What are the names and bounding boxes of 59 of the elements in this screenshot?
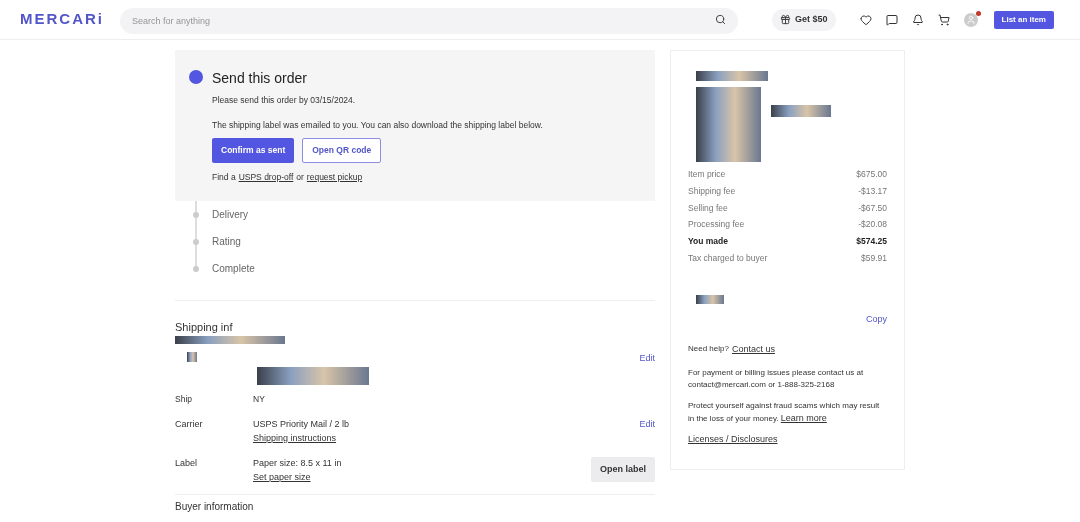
dropoff-link[interactable]: USPS drop-off: [238, 170, 294, 184]
fee-label: Item price: [688, 168, 726, 181]
copy-link[interactable]: Copy: [866, 312, 887, 326]
promo-button[interactable]: Get $50: [772, 8, 836, 31]
help-text: Need help?: [688, 343, 729, 355]
row-label: Carrier: [175, 418, 204, 431]
avatar-icon[interactable]: [963, 12, 978, 27]
row-value: NY: [253, 393, 265, 406]
gift-icon: [780, 14, 791, 25]
fee-label: Tax charged to buyer: [688, 251, 768, 265]
fee-value: $574.25: [856, 235, 887, 248]
open-label-button[interactable]: Open label: [591, 457, 655, 482]
search-field[interactable]: Search for anything: [120, 7, 738, 34]
cart-icon[interactable]: [937, 13, 950, 26]
help-text: Find a: [212, 170, 236, 184]
action-button[interactable]: Open QR code: [302, 137, 382, 163]
edit-link[interactable]: Edit: [639, 351, 655, 366]
pixelated-block: [696, 294, 724, 304]
action-button[interactable]: Confirm as sent: [212, 137, 295, 163]
step-label: Rating: [212, 235, 241, 250]
learn-more-link[interactable]: Learn more: [780, 412, 827, 423]
pixelated-block: [187, 351, 197, 362]
row-link[interactable]: Set paper size: [253, 470, 311, 484]
logo[interactable]: MERCARi: [20, 8, 104, 31]
fee-label: You made: [688, 235, 728, 248]
row-label: Label: [175, 457, 199, 470]
row-value: Paper size: 8.5 x 11 in: [253, 457, 343, 470]
step-title: Send this order: [212, 69, 308, 88]
step-label: Delivery: [212, 208, 249, 223]
message-icon[interactable]: [885, 13, 898, 26]
list-item-button[interactable]: List an item: [993, 10, 1054, 29]
fee-label: Selling fee: [688, 201, 728, 215]
billing-text: For payment or billing issues please contact us at contact@mercari.com or 1-888-325-2168: [688, 366, 865, 391]
fee-label: Processing fee: [688, 218, 745, 231]
pickup-link[interactable]: request pickup: [306, 170, 363, 184]
pixelated-block: [771, 105, 831, 117]
step-text: Please send this order by 03/15/2024.: [212, 94, 357, 107]
fee-value: $59.91: [861, 251, 887, 265]
fee-value: $675.00: [856, 168, 887, 181]
contact-link[interactable]: Contact us: [731, 343, 775, 357]
row-link[interactable]: Shipping instructions: [253, 431, 337, 445]
licenses-link[interactable]: Licenses / Disclosures: [688, 432, 887, 446]
help-text: or: [296, 170, 304, 184]
edit-link[interactable]: Edit: [639, 418, 655, 432]
pixelated-block: [696, 71, 768, 81]
bell-icon[interactable]: [911, 13, 924, 26]
fee-value: -$20.08: [858, 218, 887, 231]
row-value: USPS Priority Mail / 2 lb: [253, 418, 351, 431]
step-label: Complete: [212, 262, 255, 277]
step-text: The shipping label was emailed to you. You can also download the shipping label below.: [212, 118, 544, 132]
heart-icon[interactable]: [859, 13, 872, 26]
section-title: Buyer information: [175, 500, 255, 514]
fraud-text: Protect yourself against fraud scams which may result in the loss of your money. Learn more: [688, 399, 881, 425]
section-title: Shipping inf: [175, 320, 234, 336]
fee-label: Shipping fee: [688, 184, 736, 198]
fee-value: -$13.17: [858, 184, 887, 198]
fee-value: -$67.50: [858, 201, 887, 215]
search-icon[interactable]: [715, 13, 726, 25]
row-label: Ship: [175, 393, 193, 406]
